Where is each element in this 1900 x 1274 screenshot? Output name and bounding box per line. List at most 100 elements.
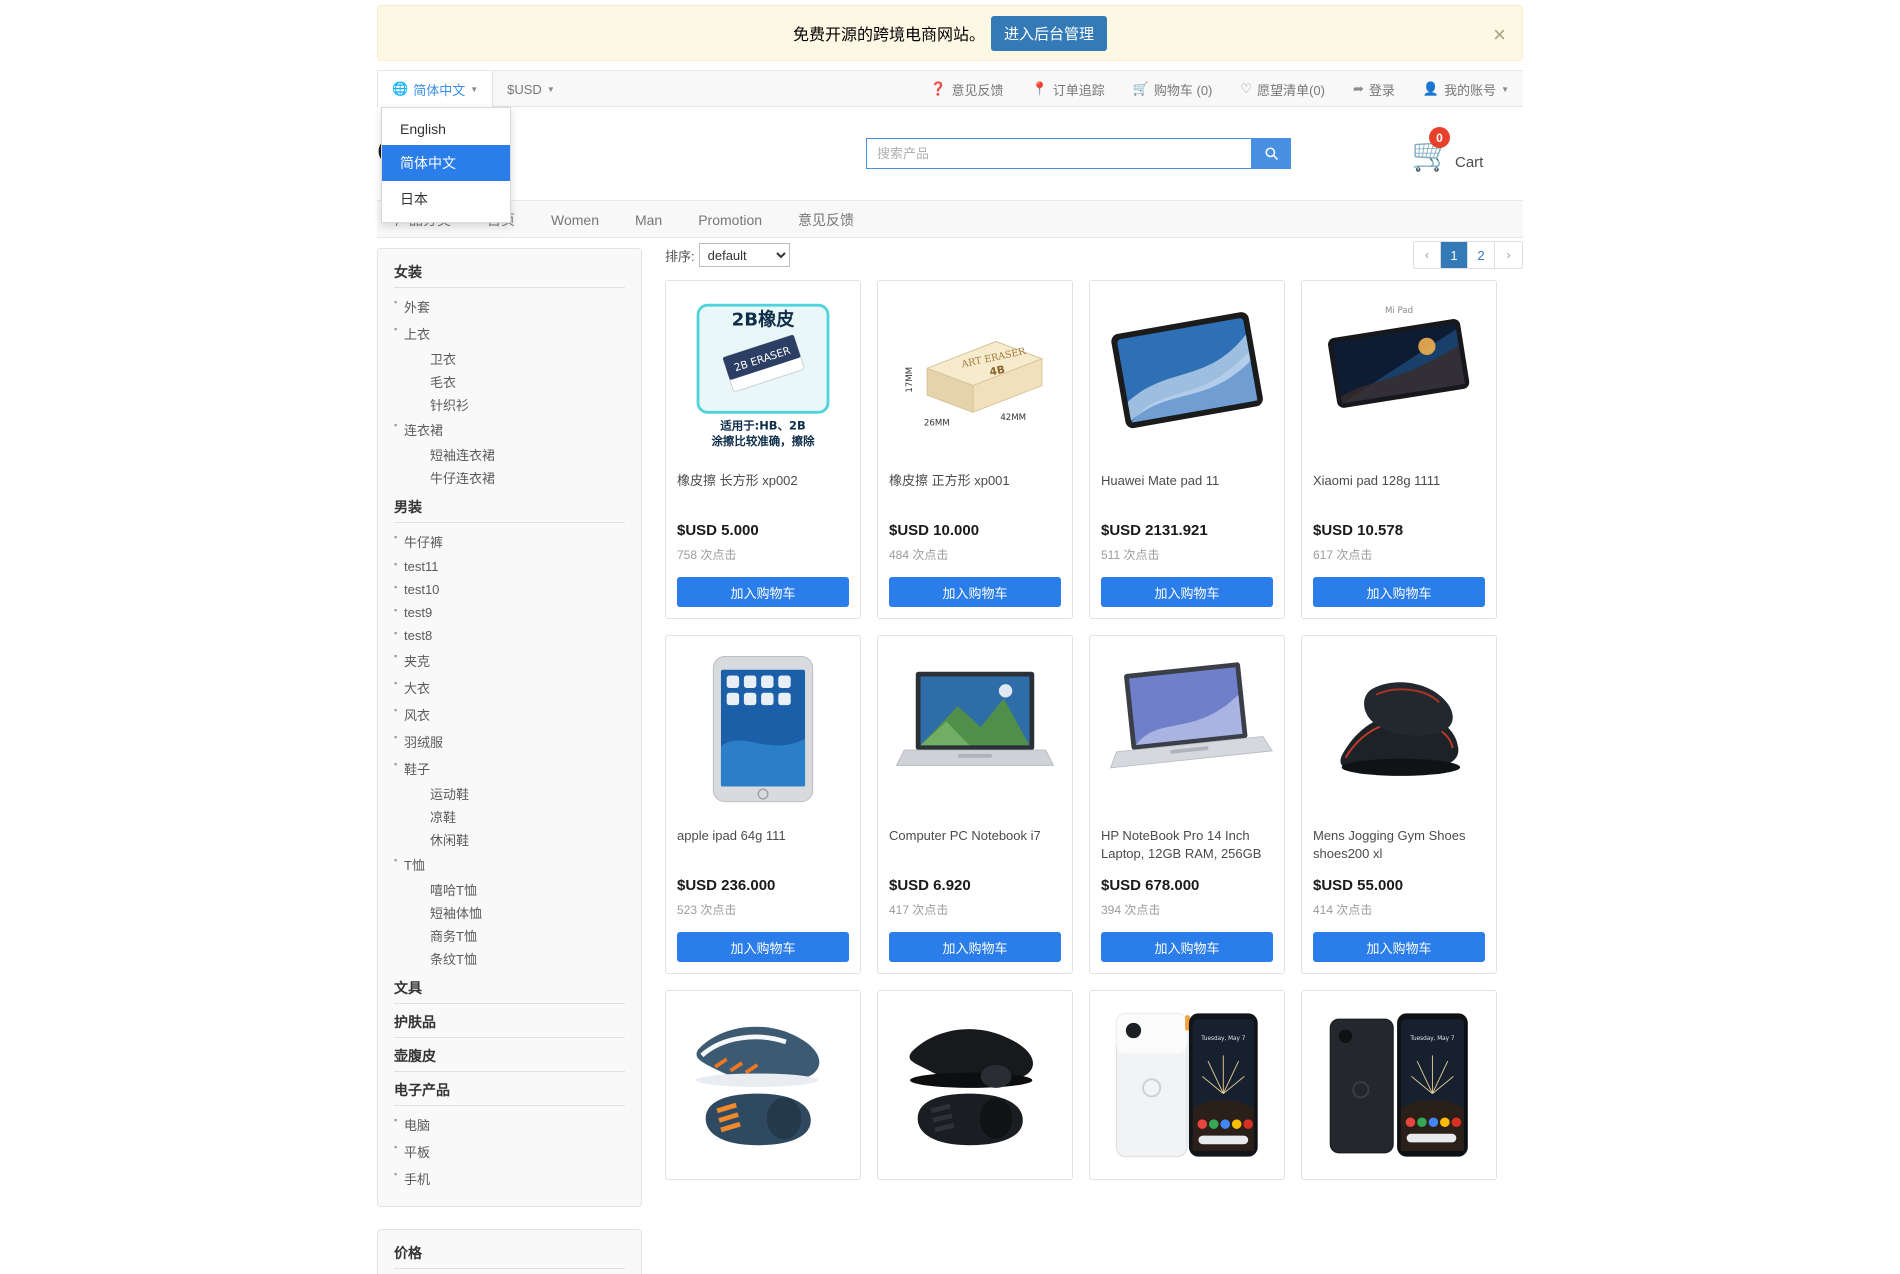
nav-item-3[interactable]: Man bbox=[617, 201, 680, 238]
category-item[interactable]: 风衣 bbox=[394, 701, 625, 728]
product-title[interactable]: Xiaomi pad 128g 1111 bbox=[1313, 472, 1485, 508]
product-card[interactable]: Computer PC Notebook i7 $USD 6.920 417 次点击… bbox=[877, 635, 1073, 974]
product-title[interactable]: 橡皮擦 长方形 xp002 bbox=[677, 472, 849, 508]
sort-select[interactable]: default bbox=[698, 243, 790, 267]
product-card[interactable]: Mi Pad Xiaomi pad 128g 1111 $USD 10.578 617… bbox=[1301, 280, 1497, 619]
add-to-cart-button[interactable]: 加入购物车 bbox=[889, 932, 1061, 962]
category-item[interactable]: 凉鞋 bbox=[394, 805, 625, 828]
currency-selector[interactable]: $USD ▼ bbox=[493, 71, 569, 107]
category-item[interactable]: T恤 bbox=[394, 851, 625, 878]
product-title[interactable]: Mens Jogging Gym Shoes shoes200 xl bbox=[1313, 827, 1485, 863]
category-item[interactable]: test8 bbox=[394, 624, 625, 647]
product-image[interactable] bbox=[889, 647, 1061, 813]
category-item[interactable]: test9 bbox=[394, 601, 625, 624]
category-item[interactable]: 短袖连衣裙 bbox=[394, 443, 625, 466]
product-title[interactable]: Huawei Mate pad 11 bbox=[1101, 472, 1273, 508]
product-title[interactable]: HP NoteBook Pro 14 Inch Laptop, 12GB RAM… bbox=[1101, 827, 1273, 863]
category-item[interactable]: test11 bbox=[394, 555, 625, 578]
category-item[interactable]: 连衣裙 bbox=[394, 416, 625, 443]
search-button[interactable] bbox=[1251, 138, 1291, 169]
category-item[interactable]: 上衣 bbox=[394, 320, 625, 347]
category-group-title[interactable]: 壶腹皮 bbox=[394, 1046, 625, 1072]
category-item[interactable]: 牛仔连衣裙 bbox=[394, 466, 625, 489]
product-card[interactable] bbox=[877, 990, 1073, 1180]
product-image[interactable]: Mi Pad bbox=[1313, 292, 1485, 458]
add-to-cart-button[interactable]: 加入购物车 bbox=[889, 577, 1061, 607]
language-selector[interactable]: 🌐 简体中文 ▼ bbox=[377, 71, 494, 107]
category-group-title[interactable]: 男装 bbox=[394, 497, 625, 523]
category-group-title[interactable]: 女装 bbox=[394, 262, 625, 288]
product-title[interactable]: 橡皮擦 正方形 xp001 bbox=[889, 472, 1061, 508]
nav-item-5[interactable]: 意见反馈 bbox=[780, 201, 872, 238]
product-card[interactable] bbox=[665, 990, 861, 1180]
category-item[interactable]: 商务T恤 bbox=[394, 924, 625, 947]
category-item[interactable]: 电脑 bbox=[394, 1111, 625, 1138]
product-card[interactable]: Mens Jogging Gym Shoes shoes200 xl $USD 5… bbox=[1301, 635, 1497, 974]
category-item[interactable]: 条纹T恤 bbox=[394, 947, 625, 970]
product-image[interactable] bbox=[1101, 647, 1273, 813]
add-to-cart-button[interactable]: 加入购物车 bbox=[1101, 577, 1273, 607]
add-to-cart-button[interactable]: 加入购物车 bbox=[677, 932, 849, 962]
product-title[interactable]: Computer PC Notebook i7 bbox=[889, 827, 1061, 863]
category-item[interactable]: 平板 bbox=[394, 1138, 625, 1165]
category-item[interactable]: 夹克 bbox=[394, 647, 625, 674]
category-group-title[interactable]: 护肤品 bbox=[394, 1012, 625, 1038]
product-image[interactable]: Tuesday, May 7 bbox=[1313, 1002, 1485, 1168]
nav-item-4[interactable]: Promotion bbox=[680, 201, 780, 238]
category-item[interactable]: 羽绒服 bbox=[394, 728, 625, 755]
product-image[interactable] bbox=[677, 647, 849, 813]
pagination-prev[interactable]: ‹ bbox=[1414, 242, 1441, 268]
pagination-page-2[interactable]: 2 bbox=[1468, 242, 1495, 268]
product-image[interactable] bbox=[1313, 647, 1485, 813]
category-item[interactable]: test10 bbox=[394, 578, 625, 601]
product-image[interactable]: 2B橡皮 2B ERASER 适用于:HB、2B 涂擦比较准确，擦除 bbox=[677, 292, 849, 458]
product-card[interactable]: Tuesday, May 7 bbox=[1089, 990, 1285, 1180]
category-item[interactable]: 大衣 bbox=[394, 674, 625, 701]
product-image[interactable] bbox=[677, 1002, 849, 1168]
category-item[interactable]: 卫衣 bbox=[394, 347, 625, 370]
product-image[interactable]: ART ERASER 4B 17MM 26MM 42MM bbox=[889, 292, 1061, 458]
nav-item-2[interactable]: Women bbox=[533, 201, 617, 238]
product-card[interactable]: 2B橡皮 2B ERASER 适用于:HB、2B 涂擦比较准确，擦除橡皮擦 长方形 x… bbox=[665, 280, 861, 619]
language-option-english[interactable]: English bbox=[382, 113, 510, 145]
product-image[interactable]: Tuesday, May 7 bbox=[1101, 1002, 1273, 1168]
category-group-title[interactable]: 电子产品 bbox=[394, 1080, 625, 1106]
product-card[interactable]: HP NoteBook Pro 14 Inch Laptop, 12GB RAM… bbox=[1089, 635, 1285, 974]
category-item[interactable]: 手机 bbox=[394, 1165, 625, 1192]
category-item[interactable]: 嘻哈T恤 bbox=[394, 878, 625, 901]
add-to-cart-button[interactable]: 加入购物车 bbox=[1101, 932, 1273, 962]
search-input[interactable] bbox=[866, 138, 1251, 169]
category-group-title[interactable]: 文具 bbox=[394, 978, 625, 1004]
account-menu[interactable]: 👤 我的账号 ▼ bbox=[1409, 71, 1523, 107]
product-card[interactable]: Huawei Mate pad 11 $USD 2131.921 511 次点击 加入… bbox=[1089, 280, 1285, 619]
category-item[interactable]: 短袖体恤 bbox=[394, 901, 625, 924]
cart-link[interactable]: 🛒 购物车 (0) bbox=[1119, 71, 1227, 107]
pagination-page-1[interactable]: 1 bbox=[1441, 242, 1468, 268]
category-item[interactable]: 牛仔裤 bbox=[394, 528, 625, 555]
category-item[interactable]: 鞋子 bbox=[394, 755, 625, 782]
language-dropdown[interactable]: English 简体中文 日本 bbox=[381, 107, 511, 223]
add-to-cart-button[interactable]: 加入购物车 bbox=[1313, 932, 1485, 962]
product-card[interactable]: Tuesday, May 7 bbox=[1301, 990, 1497, 1180]
order-tracking-link[interactable]: 📍 订单追踪 bbox=[1018, 71, 1119, 107]
cart-widget[interactable]: 0 🛒 Cart bbox=[1403, 127, 1503, 183]
add-to-cart-button[interactable]: 加入购物车 bbox=[1313, 577, 1485, 607]
category-item[interactable]: 休闲鞋 bbox=[394, 828, 625, 851]
product-card[interactable]: apple ipad 64g 111 $USD 236.000 523 次点击 加入购… bbox=[665, 635, 861, 974]
product-title[interactable]: apple ipad 64g 111 bbox=[677, 827, 849, 863]
language-option-japanese[interactable]: 日本 bbox=[382, 181, 510, 217]
pagination-next[interactable]: › bbox=[1495, 242, 1522, 268]
wishlist-link[interactable]: ♡ 愿望清单(0) bbox=[1226, 71, 1339, 107]
product-card[interactable]: ART ERASER 4B 17MM 26MM 42MM 橡皮擦 正方形 xp001 $US… bbox=[877, 280, 1073, 619]
category-item[interactable]: 运动鞋 bbox=[394, 782, 625, 805]
language-option-chinese[interactable]: 简体中文 bbox=[382, 145, 510, 181]
product-image[interactable] bbox=[889, 1002, 1061, 1168]
feedback-link[interactable]: ❓ 意见反馈 bbox=[916, 71, 1017, 107]
login-link[interactable]: ➦ 登录 bbox=[1339, 71, 1409, 107]
add-to-cart-button[interactable]: 加入购物车 bbox=[677, 577, 849, 607]
admin-panel-button[interactable]: 进入后台管理 bbox=[991, 15, 1108, 51]
close-icon[interactable]: × bbox=[1493, 24, 1506, 46]
category-item[interactable]: 毛衣 bbox=[394, 370, 625, 393]
category-item[interactable]: 针织衫 bbox=[394, 393, 625, 416]
category-item[interactable]: 外套 bbox=[394, 293, 625, 320]
